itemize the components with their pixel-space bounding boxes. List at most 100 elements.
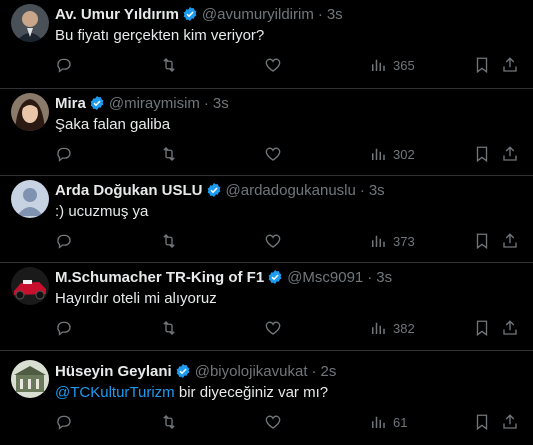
mention-link[interactable]: @TCKulturTurizm <box>55 384 175 401</box>
bookmark-button[interactable] <box>473 145 491 163</box>
author-handle[interactable]: @biyolojikavukat <box>195 363 308 380</box>
views-button[interactable]: 373 <box>369 232 415 250</box>
retweet-button[interactable] <box>160 232 178 250</box>
reply-icon <box>57 58 71 73</box>
share-icon <box>503 146 517 161</box>
avatar[interactable] <box>11 180 49 218</box>
views-chart-icon <box>372 322 385 334</box>
heart-icon <box>265 147 281 161</box>
separator-dot: · <box>311 362 317 380</box>
tweet-text: Şaka falan galiba <box>55 116 171 133</box>
tweet[interactable]: Arda Doğukan USLU @ardadogukanuslu · 3s … <box>0 176 533 263</box>
author-handle[interactable]: @miraymisim <box>109 95 200 112</box>
tweet-text: :) ucuzmuş ya <box>55 203 149 220</box>
retweet-button[interactable] <box>160 319 178 337</box>
reply-icon <box>57 147 71 162</box>
like-button[interactable] <box>264 232 282 250</box>
avatar[interactable] <box>11 93 49 131</box>
views-button[interactable]: 61 <box>369 413 407 431</box>
avatar[interactable] <box>11 4 49 42</box>
like-button[interactable] <box>264 319 282 337</box>
retweet-button[interactable] <box>160 145 178 163</box>
separator-dot: · <box>359 181 365 199</box>
retweet-icon <box>163 321 175 335</box>
verified-badge-icon <box>268 270 282 284</box>
share-button[interactable] <box>501 56 519 74</box>
avatar[interactable] <box>11 267 49 305</box>
author-name[interactable]: M.Schumacher TR-King of F1 <box>55 269 264 286</box>
timestamp[interactable]: 3s <box>376 269 392 286</box>
heart-icon <box>265 415 281 429</box>
views-chart-icon <box>372 148 385 160</box>
like-button[interactable] <box>264 145 282 163</box>
tweet-text: Hayırdır oteli mi alıyoruz <box>55 290 217 307</box>
views-button[interactable]: 382 <box>369 319 415 337</box>
author-name[interactable]: Av. Umur Yıldırım <box>55 6 179 23</box>
author-name[interactable]: Mira <box>55 95 86 112</box>
views-count: 302 <box>393 146 415 162</box>
share-button[interactable] <box>501 145 519 163</box>
retweet-button[interactable] <box>160 56 178 74</box>
reply-icon <box>57 415 71 430</box>
bookmark-icon <box>476 233 488 250</box>
timestamp[interactable]: 2s <box>321 363 337 380</box>
separator-dot: · <box>203 94 209 112</box>
tweet-text-body: bir diyeceğiniz var mı? <box>174 384 329 401</box>
author-handle[interactable]: @avumuryildirim <box>202 6 314 23</box>
tweet-actions: 382 <box>55 319 525 339</box>
retweet-icon <box>163 58 175 72</box>
tweet[interactable]: Mira @miraymisim · 3s Şaka falan galiba … <box>0 89 533 176</box>
tweet-text: @TCKulturTurizm bir diyeceğiniz var mı? <box>55 383 328 403</box>
bookmark-button[interactable] <box>473 319 491 337</box>
views-count: 382 <box>393 320 415 336</box>
bookmark-icon <box>476 414 488 431</box>
avatar[interactable] <box>11 360 49 398</box>
retweet-button[interactable] <box>160 413 178 431</box>
retweet-icon <box>163 147 175 161</box>
author-handle[interactable]: @Msc9091 <box>287 269 363 286</box>
verified-badge-icon <box>176 364 190 378</box>
author-handle[interactable]: @ardadogukanuslu <box>226 182 356 199</box>
timestamp[interactable]: 3s <box>327 6 343 23</box>
reply-button[interactable] <box>55 145 73 163</box>
share-button[interactable] <box>501 232 519 250</box>
tweet[interactable]: Hüseyin Geylani @biyolojikavukat · 2s @T… <box>0 351 533 445</box>
heart-icon <box>265 321 281 335</box>
tweet-header: Av. Umur Yıldırım @avumuryildirim · 3s <box>55 4 343 24</box>
views-chart-icon <box>372 235 385 247</box>
reply-icon <box>57 321 71 336</box>
share-icon <box>503 320 517 335</box>
views-chart-icon <box>372 59 385 71</box>
author-name[interactable]: Hüseyin Geylani <box>55 363 172 380</box>
share-button[interactable] <box>501 413 519 431</box>
verified-badge-icon <box>90 96 104 110</box>
tweet-header: Hüseyin Geylani @biyolojikavukat · 2s <box>55 361 336 381</box>
tweet[interactable]: M.Schumacher TR-King of F1 @Msc9091 · 3s… <box>0 263 533 351</box>
share-icon <box>503 414 517 429</box>
like-button[interactable] <box>264 56 282 74</box>
bookmark-button[interactable] <box>473 232 491 250</box>
verified-badge-icon <box>183 7 197 21</box>
tweet[interactable]: Av. Umur Yıldırım @avumuryildirim · 3s B… <box>0 0 533 89</box>
timestamp[interactable]: 3s <box>213 95 229 112</box>
bookmark-icon <box>476 57 488 74</box>
retweet-icon <box>163 415 175 429</box>
timestamp[interactable]: 3s <box>369 182 385 199</box>
bookmark-icon <box>476 320 488 337</box>
like-button[interactable] <box>264 413 282 431</box>
author-name[interactable]: Arda Doğukan USLU <box>55 182 203 199</box>
bookmark-button[interactable] <box>473 413 491 431</box>
bookmark-button[interactable] <box>473 56 491 74</box>
retweet-icon <box>163 234 175 248</box>
separator-dot: · <box>367 268 373 286</box>
share-icon <box>503 57 517 72</box>
views-button[interactable]: 365 <box>369 56 415 74</box>
reply-button[interactable] <box>55 413 73 431</box>
share-button[interactable] <box>501 319 519 337</box>
reply-button[interactable] <box>55 56 73 74</box>
reply-button[interactable] <box>55 232 73 250</box>
views-button[interactable]: 302 <box>369 145 415 163</box>
verified-badge-icon <box>207 183 220 197</box>
tweet-header: Arda Doğukan USLU @ardadogukanuslu · 3s <box>55 180 385 200</box>
reply-button[interactable] <box>55 319 73 337</box>
